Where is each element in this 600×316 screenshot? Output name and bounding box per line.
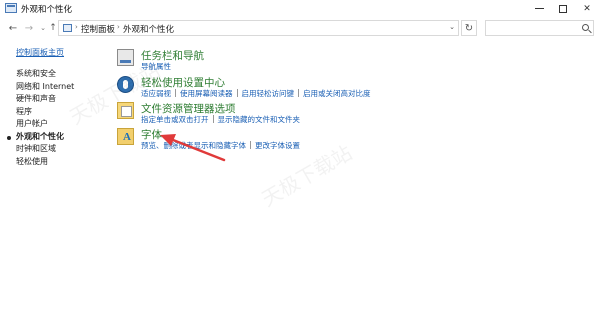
- annotation-arrow: [160, 134, 226, 162]
